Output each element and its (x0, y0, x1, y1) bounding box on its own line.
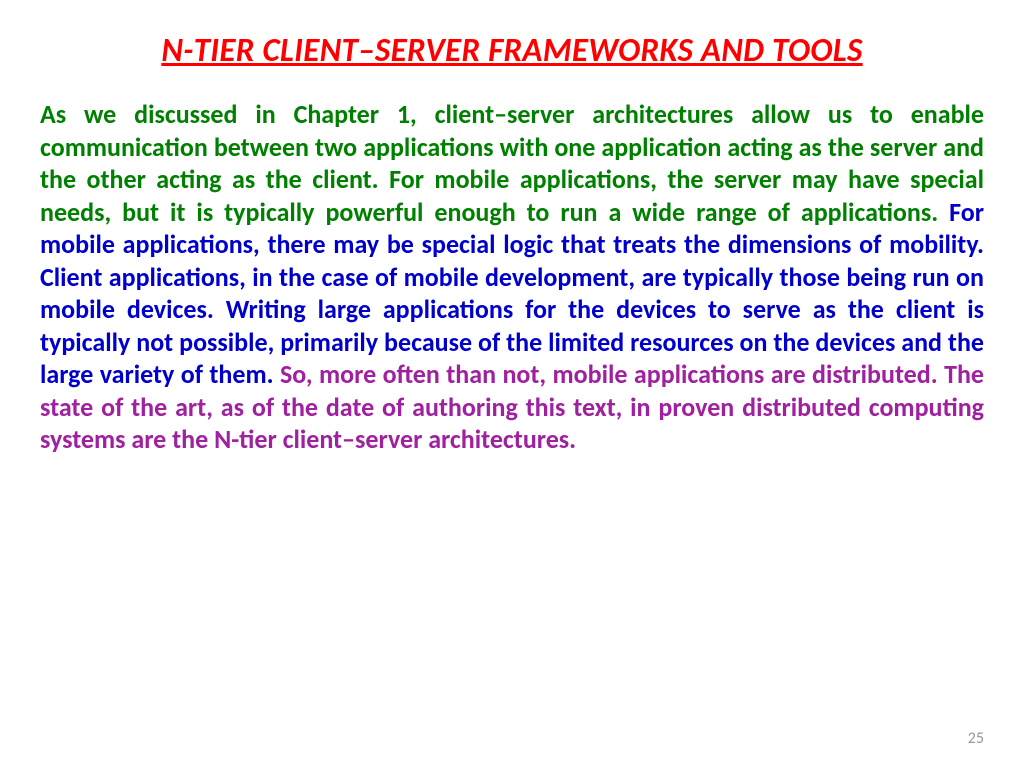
slide-title: N-TIER CLIENT–SERVER FRAMEWORKS AND TOOL… (40, 30, 984, 70)
body-paragraph: As we discussed in Chapter 1, client–ser… (40, 98, 984, 456)
text-segment-green: As we discussed in Chapter 1, client–ser… (40, 98, 984, 228)
page-number: 25 (968, 729, 984, 748)
